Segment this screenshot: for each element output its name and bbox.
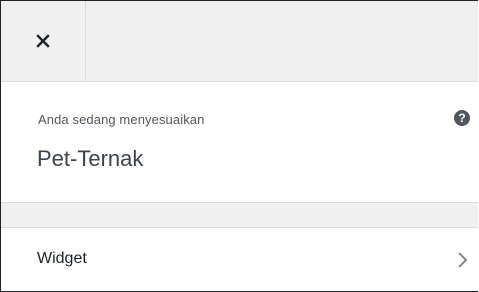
help-icon[interactable]: ?	[454, 110, 470, 126]
section-item-widget[interactable]: Widget	[1, 227, 478, 291]
customizer-header	[1, 1, 478, 82]
customizing-label: Anda sedang menyesuaikan	[38, 112, 205, 127]
site-title: Pet-Ternak	[37, 146, 144, 171]
customizer-panel: Anda sedang menyesuaikan Pet-Ternak ? Wi…	[0, 0, 478, 292]
customizer-info: Anda sedang menyesuaikan Pet-Ternak ?	[1, 82, 478, 203]
chevron-right-icon	[456, 250, 470, 270]
section-item-label: Widget	[37, 250, 87, 267]
close-button[interactable]	[1, 1, 86, 81]
close-icon	[35, 33, 51, 49]
